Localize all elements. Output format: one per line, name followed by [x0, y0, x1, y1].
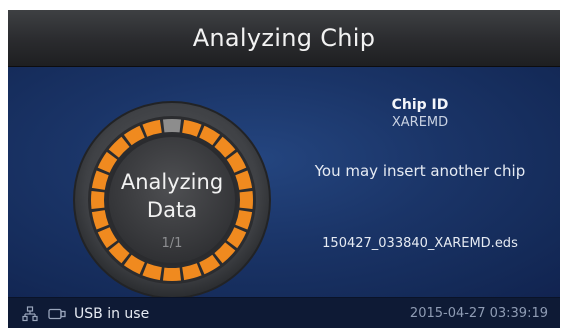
usb-status-label: USB in use — [74, 305, 150, 322]
network-icon — [22, 305, 38, 321]
dial-status-line2: Data — [147, 198, 197, 222]
status-bar: USB in use 2015-04-27 03:39:19 — [8, 297, 560, 328]
instrument-screen: Analyzing Chip Analyzing Data 1/1 Chip I… — [8, 10, 560, 328]
chip-id-value: XAREMD — [391, 115, 449, 130]
progress-segment-complete — [239, 190, 253, 210]
chip-info: Chip ID XAREMD You may insert another ch… — [290, 97, 550, 251]
page-title: Analyzing Chip — [192, 24, 376, 52]
main-content: Analyzing Data 1/1 Chip ID XAREMD You ma… — [8, 67, 560, 299]
dial-count: 1/1 — [162, 236, 183, 251]
progress-segment-pending — [162, 119, 182, 133]
title-bar: Analyzing Chip — [8, 10, 560, 67]
chip-id-label: Chip ID — [391, 97, 449, 113]
progress-dial: Analyzing Data 1/1 — [73, 101, 271, 299]
data-filename: 150427_033840_XAREMD.eds — [322, 236, 518, 251]
datetime-display: 2015-04-27 03:39:19 — [409, 306, 548, 321]
usb-icon — [48, 308, 66, 319]
progress-segment-complete — [162, 267, 182, 281]
insert-chip-message: You may insert another chip — [314, 162, 526, 180]
dial-status-line1: Analyzing — [121, 170, 223, 194]
progress-segment-complete — [91, 190, 105, 210]
